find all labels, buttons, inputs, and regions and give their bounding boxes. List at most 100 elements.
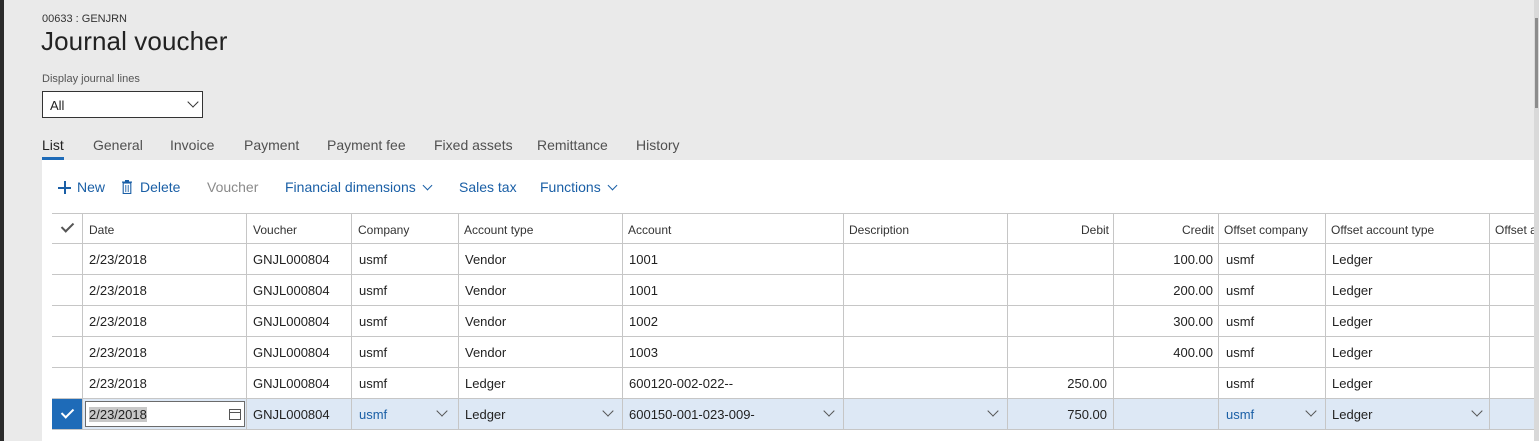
cell-account[interactable]: 1001 <box>629 252 658 267</box>
cell-debit[interactable]: 750.00 <box>1027 407 1107 422</box>
cell-offset-account-type[interactable]: Ledger <box>1332 376 1372 391</box>
functions-label: Functions <box>540 179 601 195</box>
cell-offset-account-type[interactable]: Ledger <box>1332 252 1372 267</box>
cell-company[interactable]: usmf <box>359 283 387 298</box>
tab-history[interactable]: History <box>636 137 680 153</box>
column-header-account-type[interactable]: Account type <box>464 223 533 237</box>
column-header-date[interactable]: Date <box>89 223 114 237</box>
chevron-down-icon <box>187 96 199 108</box>
cell-voucher[interactable]: GNJL000804 <box>253 345 330 360</box>
cell-account-type[interactable]: Vendor <box>465 314 506 329</box>
cell-offset-company[interactable]: usmf <box>1226 314 1254 329</box>
calendar-icon[interactable] <box>229 409 241 420</box>
column-header-voucher[interactable]: Voucher <box>253 223 297 237</box>
cell-account-type[interactable]: Ledger <box>465 407 505 422</box>
cell-voucher[interactable]: GNJL000804 <box>253 407 330 422</box>
table-row[interactable]: 2/23/2018 GNJL000804 usmf Vendor 1001 200.00 u… <box>52 275 1534 306</box>
date-input[interactable]: 2/23/2018 <box>85 401 245 427</box>
cell-account[interactable]: 600120-002-022-- <box>629 376 733 391</box>
column-header-credit[interactable]: Credit <box>1180 223 1214 237</box>
tab-list[interactable]: List <box>42 137 64 153</box>
column-header-company[interactable]: Company <box>358 223 409 237</box>
cell-credit[interactable]: 400.00 <box>1132 345 1213 360</box>
tab-fixed-assets[interactable]: Fixed assets <box>434 137 513 153</box>
cell-account-type[interactable]: Vendor <box>465 252 506 267</box>
tab-remittance[interactable]: Remittance <box>537 137 608 153</box>
financial-dimensions-menu[interactable]: Financial dimensions <box>285 179 433 195</box>
table-row[interactable]: 2/23/2018 GNJL000804 usmf Vendor 1002 300.00 u… <box>52 306 1534 337</box>
cell-credit[interactable]: 100.00 <box>1132 252 1213 267</box>
chevron-down-icon[interactable] <box>602 405 614 417</box>
tab-invoice[interactable]: Invoice <box>170 137 214 153</box>
cell-offset-company[interactable]: usmf <box>1226 345 1254 360</box>
delete-button[interactable]: Delete <box>140 179 180 195</box>
column-divider <box>1007 213 1008 430</box>
chevron-down-icon[interactable] <box>987 405 999 417</box>
cell-account-type[interactable]: Vendor <box>465 345 506 360</box>
scrollbar-thumb[interactable] <box>1535 18 1538 108</box>
date-input-value: 2/23/2018 <box>89 407 147 422</box>
column-header-description[interactable]: Description <box>849 223 909 237</box>
column-header-offset-account-type[interactable]: Offset account type <box>1331 223 1434 237</box>
plus-icon[interactable] <box>58 181 71 194</box>
tab-payment[interactable]: Payment <box>244 137 299 153</box>
cell-date[interactable]: 2/23/2018 <box>89 345 147 360</box>
cell-credit[interactable]: 200.00 <box>1132 283 1213 298</box>
cell-voucher[interactable]: GNJL000804 <box>253 252 330 267</box>
cell-offset-company[interactable]: usmf <box>1226 376 1254 391</box>
cell-offset-account-type[interactable]: Ledger <box>1332 407 1372 422</box>
cell-offset-company[interactable]: usmf <box>1226 252 1254 267</box>
cell-company[interactable]: usmf <box>359 252 387 267</box>
cell-company[interactable]: usmf <box>359 345 387 360</box>
cell-offset-account-type[interactable]: Ledger <box>1332 345 1372 360</box>
column-divider <box>1218 213 1219 430</box>
vertical-scrollbar[interactable] <box>1534 0 1539 441</box>
cell-company[interactable]: usmf <box>359 407 387 422</box>
voucher-button[interactable]: Voucher <box>207 179 258 195</box>
sales-tax-button[interactable]: Sales tax <box>459 179 517 195</box>
functions-menu[interactable]: Functions <box>540 179 618 195</box>
column-header-debit[interactable]: Debit <box>1079 223 1109 237</box>
cell-date[interactable]: 2/23/2018 <box>89 376 147 391</box>
cell-voucher[interactable]: GNJL000804 <box>253 376 330 391</box>
display-journal-lines-label: Display journal lines <box>42 73 140 85</box>
cell-debit[interactable]: 250.00 <box>1027 376 1107 391</box>
cell-account[interactable]: 1002 <box>629 314 658 329</box>
chevron-down-icon[interactable] <box>823 405 835 417</box>
cell-offset-company[interactable]: usmf <box>1226 283 1254 298</box>
new-button[interactable]: New <box>77 179 105 195</box>
cell-voucher[interactable]: GNJL000804 <box>253 314 330 329</box>
cell-company[interactable]: usmf <box>359 376 387 391</box>
table-row[interactable]: 2/23/2018 GNJL000804 usmf Ledger 600150-001-… <box>52 399 1534 430</box>
column-header-offset-account[interactable]: Offset ac <box>1495 223 1534 237</box>
cell-credit[interactable]: 300.00 <box>1132 314 1213 329</box>
cell-offset-company[interactable]: usmf <box>1226 407 1254 422</box>
tab-payment-fee[interactable]: Payment fee <box>327 137 406 153</box>
cell-account[interactable]: 600150-001-023-009- <box>629 407 755 422</box>
chevron-down-icon[interactable] <box>436 405 448 417</box>
cell-date[interactable]: 2/23/2018 <box>89 252 147 267</box>
tab-general[interactable]: General <box>93 137 143 153</box>
table-row[interactable]: 2/23/2018 GNJL000804 usmf Vendor 1001 100.00 u… <box>52 244 1534 275</box>
cell-account[interactable]: 1003 <box>629 345 658 360</box>
column-header-account[interactable]: Account <box>628 223 671 237</box>
select-all-checkmark-icon[interactable] <box>60 219 75 233</box>
display-journal-lines-select[interactable]: All <box>42 91 203 118</box>
chevron-down-icon[interactable] <box>1305 405 1317 417</box>
column-header-offset-company[interactable]: Offset company <box>1224 223 1308 237</box>
cell-company[interactable]: usmf <box>359 314 387 329</box>
cell-offset-account-type[interactable]: Ledger <box>1332 283 1372 298</box>
table-row[interactable]: 2/23/2018 GNJL000804 usmf Ledger 600120-002-… <box>52 368 1534 399</box>
cell-date[interactable]: 2/23/2018 <box>89 314 147 329</box>
chevron-down-icon[interactable] <box>1471 405 1483 417</box>
cell-date[interactable]: 2/23/2018 <box>89 283 147 298</box>
cell-offset-account-type[interactable]: Ledger <box>1332 314 1372 329</box>
cell-voucher[interactable]: GNJL000804 <box>253 283 330 298</box>
cell-account[interactable]: 1001 <box>629 283 658 298</box>
table-row[interactable]: 2/23/2018 GNJL000804 usmf Vendor 1003 400.00 u… <box>52 337 1534 368</box>
row-selected-indicator[interactable] <box>52 399 82 429</box>
trash-icon[interactable] <box>122 180 132 194</box>
column-divider <box>351 213 352 430</box>
cell-account-type[interactable]: Vendor <box>465 283 506 298</box>
cell-account-type[interactable]: Ledger <box>465 376 505 391</box>
